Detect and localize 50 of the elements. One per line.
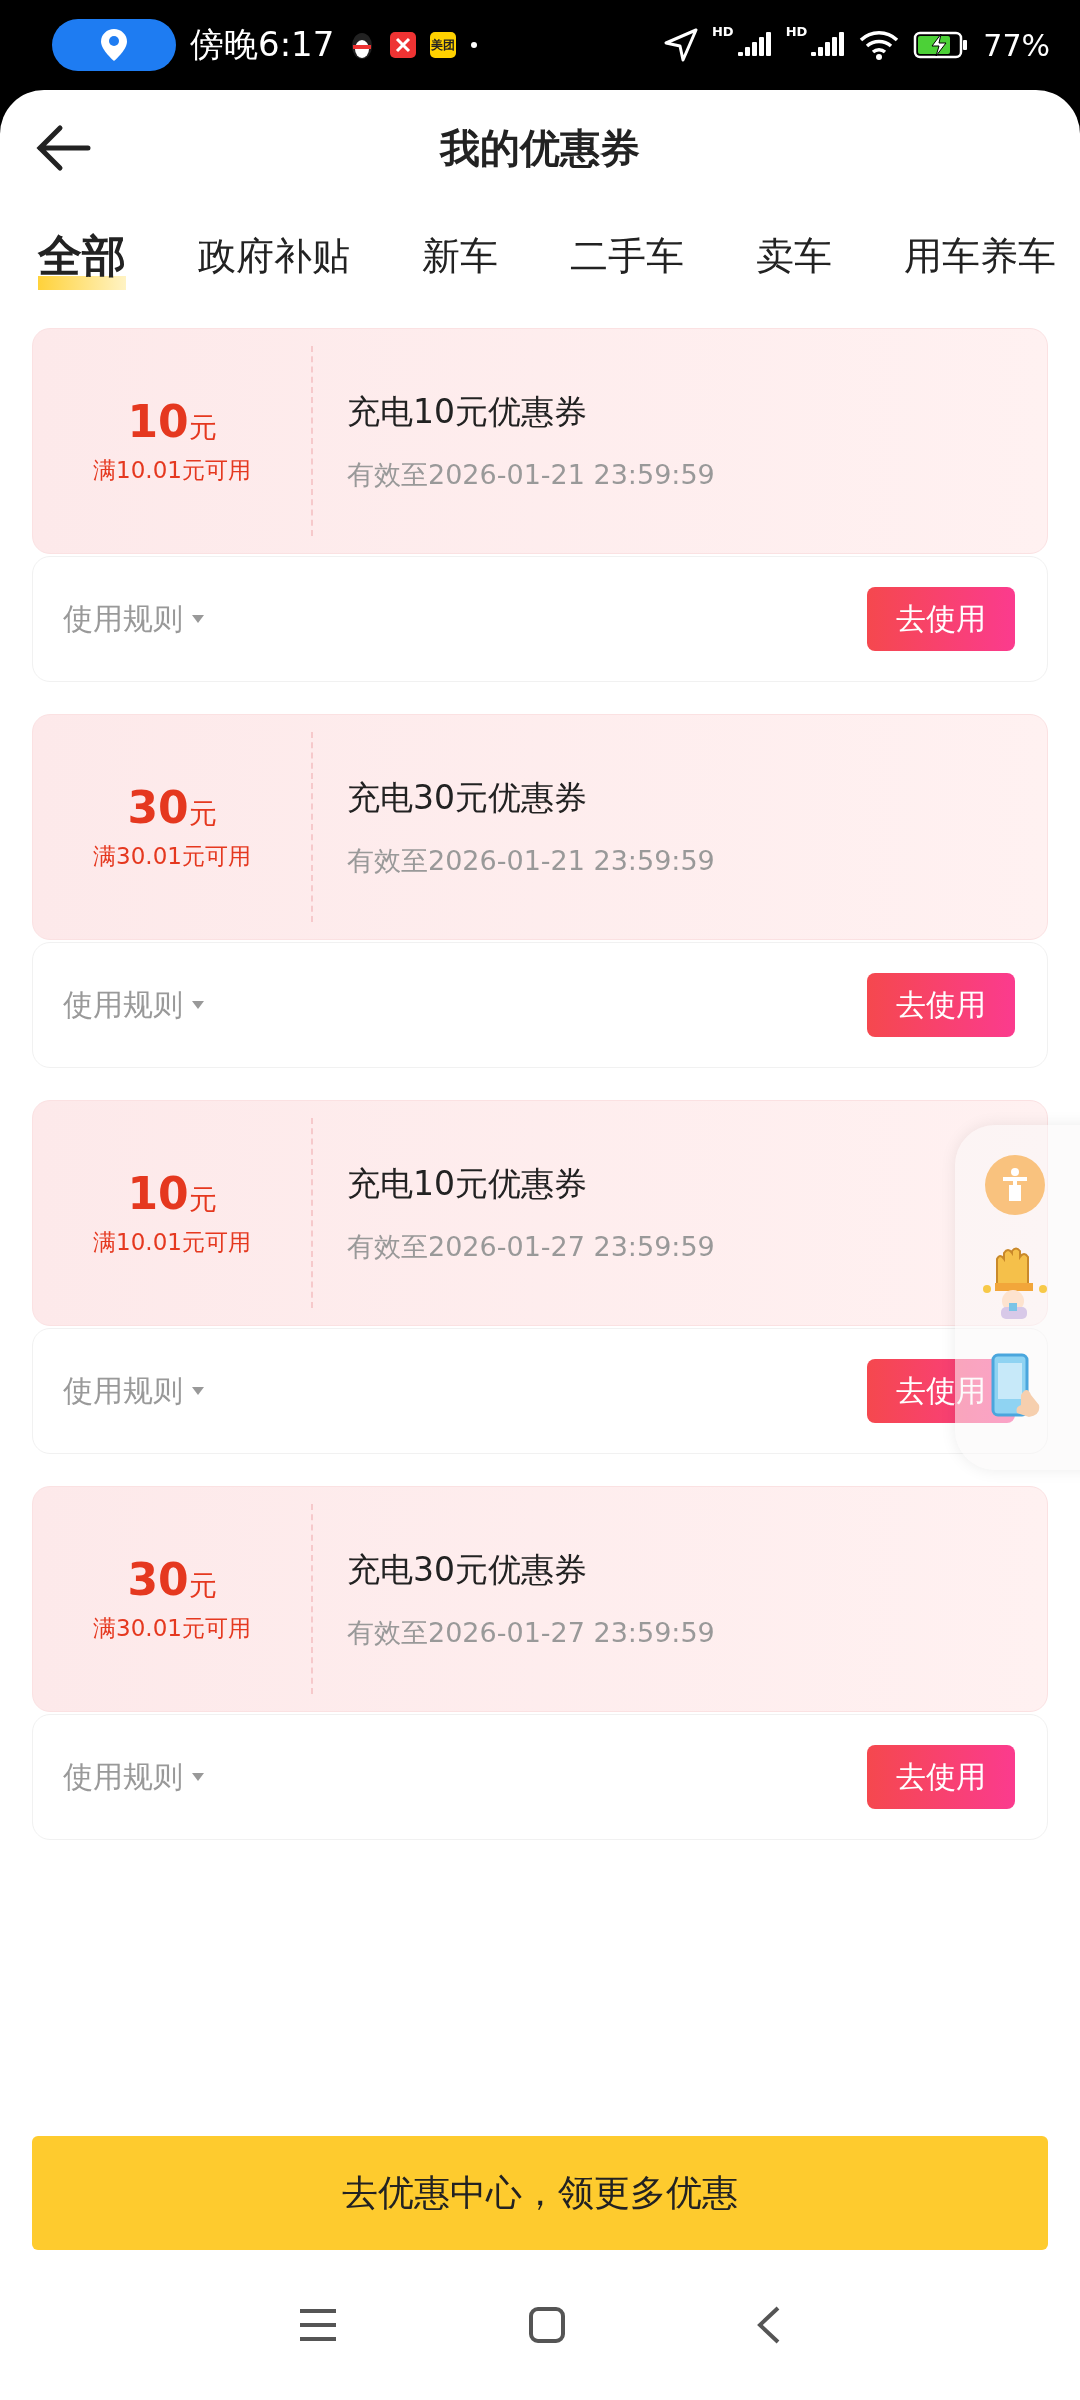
coupon-title: 充电10元优惠券: [347, 390, 588, 433]
usage-rules-toggle[interactable]: 使用规则: [63, 1756, 205, 1798]
coupon-expiry: 有效至2026-01-21 23:59:59: [347, 457, 715, 492]
app-badge: 美团: [430, 32, 457, 58]
network-type-label: HD: [711, 24, 734, 39]
wifi-icon: [859, 29, 900, 61]
coupon-expiry: 有效至2026-01-27 23:59:59: [347, 1615, 715, 1650]
category-tab[interactable]: 卖车: [756, 230, 832, 286]
battery-charging-icon: [913, 30, 970, 60]
category-tab[interactable]: 二手车: [570, 230, 684, 286]
caret-icon: [191, 1000, 205, 1010]
use-coupon-button[interactable]: 去使用: [867, 973, 1015, 1037]
caret-icon: [191, 1772, 205, 1782]
location-pill[interactable]: [52, 19, 176, 71]
usage-rules-toggle[interactable]: 使用规则: [63, 1370, 205, 1412]
category-tab[interactable]: 新车: [422, 230, 498, 286]
page-title: 我的优惠券: [440, 123, 640, 173]
coupon-condition: 满30.01元可用: [93, 842, 251, 871]
home-icon[interactable]: [528, 2306, 566, 2344]
coupon-amount: 10元: [127, 1168, 217, 1219]
usage-rules-toggle[interactable]: 使用规则: [63, 984, 205, 1026]
coupon-expiry: 有效至2026-01-27 23:59:59: [347, 1229, 715, 1264]
coupon-condition: 满30.01元可用: [93, 1614, 251, 1643]
coupon-amount: 30元: [127, 782, 217, 833]
coupon-expiry: 有效至2026-01-21 23:59:59: [347, 843, 715, 878]
network-type-label: HD: [785, 24, 808, 39]
location-pin-icon: [101, 29, 127, 61]
coupon-title: 充电10元优惠券: [347, 1162, 588, 1205]
status-time: 傍晚6:17: [190, 23, 335, 66]
category-tab[interactable]: 用车养车: [904, 230, 1056, 286]
coupon-title: 充电30元优惠券: [347, 1548, 588, 1591]
back-icon[interactable]: [756, 2305, 782, 2345]
caret-icon: [191, 1386, 205, 1396]
coupon-title: 充电30元优惠券: [347, 776, 588, 819]
dot-icon: [470, 41, 479, 49]
coupon-condition: 满10.01元可用: [93, 1228, 251, 1257]
app-icon: [390, 32, 417, 58]
coupon-condition: 满10.01元可用: [93, 456, 251, 485]
navigation-arrow-icon: [663, 28, 698, 62]
battery-percentage: 77%: [983, 27, 1050, 63]
category-tab[interactable]: 政府补贴: [198, 230, 350, 286]
usage-rules-toggle[interactable]: 使用规则: [63, 598, 205, 640]
coupon-center-button[interactable]: 去优惠中心，领更多优惠: [32, 2136, 1048, 2250]
coupon-amount: 10元: [127, 396, 217, 447]
use-coupon-button[interactable]: 去使用: [867, 587, 1015, 651]
menu-icon[interactable]: [298, 2308, 338, 2342]
coupon-amount: 30元: [127, 1554, 217, 1605]
caret-icon: [191, 614, 205, 624]
use-coupon-button[interactable]: 去使用: [867, 1745, 1015, 1809]
back-button[interactable]: [34, 124, 92, 172]
